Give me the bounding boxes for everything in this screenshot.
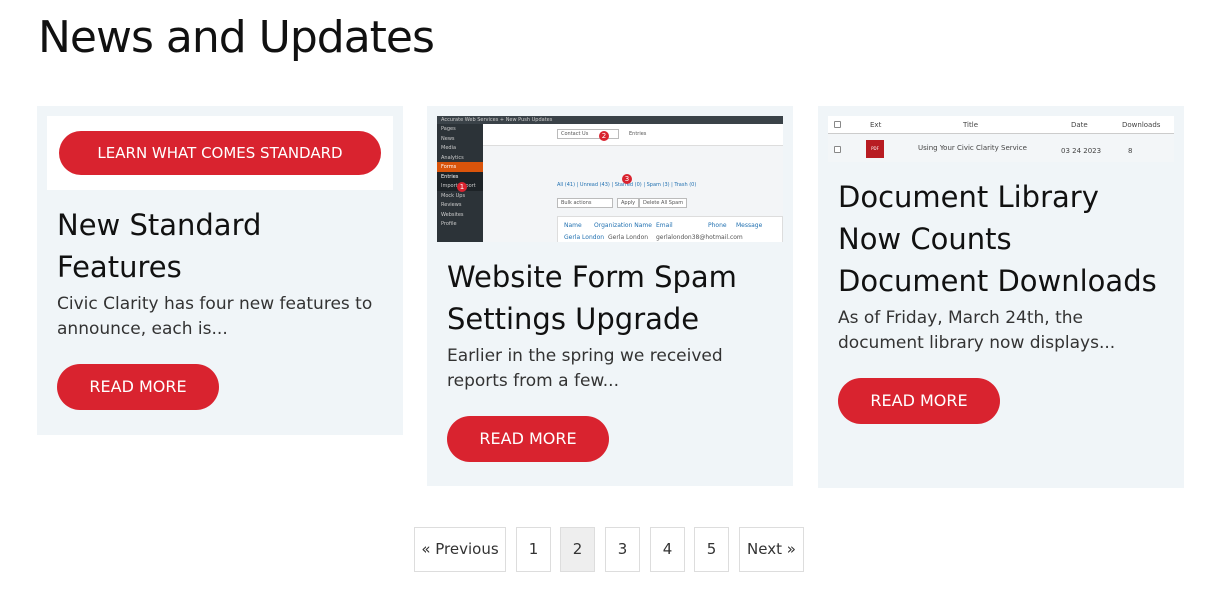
- read-more-button[interactable]: READ MORE: [447, 416, 609, 462]
- sb: Websites: [441, 211, 464, 218]
- page-3-button[interactable]: 3: [605, 527, 640, 572]
- page-5-button[interactable]: 5: [694, 527, 729, 572]
- sb: Entries: [437, 171, 483, 181]
- sb: Forms: [437, 162, 483, 172]
- news-card: LEARN WHAT COMES STANDARD New Standard F…: [37, 106, 403, 435]
- ss-apply: Apply: [617, 198, 640, 208]
- page-1-button[interactable]: 1: [516, 527, 551, 572]
- ss-bulk: Bulk actions: [557, 198, 613, 208]
- card-title[interactable]: Website Form Spam Settings Upgrade: [437, 256, 783, 340]
- sb: Pages: [441, 126, 456, 132]
- ss-col: Email: [656, 222, 673, 229]
- page-4-button[interactable]: 4: [650, 527, 685, 572]
- card-title[interactable]: New Standard Features: [47, 204, 393, 288]
- read-more-button[interactable]: READ MORE: [838, 378, 1000, 424]
- ss-col-message: Message: [736, 222, 763, 229]
- card-image[interactable]: Accurate Web Services + New Push Updates…: [437, 116, 783, 242]
- doc-cell: 03 24 2023: [1061, 147, 1102, 155]
- sb: News: [441, 135, 455, 142]
- ss-col: Phone: [708, 222, 727, 229]
- next-page-button[interactable]: Next »: [739, 527, 804, 572]
- ss-table: Name Organization Name Email Phone Messa…: [557, 216, 783, 242]
- card-image[interactable]: Ext Title Date Downloads PDF Using Your …: [828, 116, 1174, 162]
- ss-col: Organization Name: [594, 222, 652, 229]
- sb: Media: [441, 145, 457, 151]
- learn-standard-banner: LEARN WHAT COMES STANDARD: [59, 131, 381, 175]
- ss-tab: Entries: [629, 131, 647, 137]
- card-excerpt: As of Friday, March 24th, the document l…: [838, 308, 1116, 353]
- doc-cell: Using Your Civic Clarity Service: [918, 144, 1027, 152]
- sb: Analytics: [441, 154, 464, 161]
- marker-2: 2: [599, 131, 609, 141]
- sb: Reviews: [441, 202, 462, 208]
- marker-3: 3: [622, 174, 632, 184]
- ss-col: Name: [564, 222, 582, 229]
- previous-page-button[interactable]: « Previous: [414, 527, 506, 572]
- news-card: Ext Title Date Downloads PDF Using Your …: [818, 106, 1184, 488]
- doc-col: Ext: [870, 121, 882, 129]
- card-image[interactable]: LEARN WHAT COMES STANDARD: [47, 116, 393, 190]
- ss-cell: gerlalondon38@hotmail.com: [656, 234, 743, 241]
- screenshot-main: Contact Us Entries All (41) | Unread (43…: [483, 124, 783, 242]
- doc-col: Downloads: [1122, 121, 1161, 129]
- doc-col: Title: [963, 121, 979, 129]
- sb: Mock Ups: [441, 192, 466, 199]
- marker-1: 1: [457, 182, 467, 192]
- sb: Profile: [441, 221, 457, 227]
- screenshot-topbar: Accurate Web Services + New Push Updates: [437, 116, 783, 124]
- page-2-current[interactable]: 2: [560, 527, 595, 572]
- news-card: Accurate Web Services + New Push Updates…: [427, 106, 793, 486]
- ss-cell: Gerla London: [608, 234, 649, 241]
- doc-col: Date: [1071, 121, 1088, 129]
- card-excerpt: Earlier in the spring we received report…: [447, 346, 723, 391]
- card-title[interactable]: Document Library Now Counts Document Dow…: [828, 176, 1174, 302]
- page-title: News and Updates: [38, 12, 435, 63]
- ss-cell: Gerla London: [564, 234, 605, 241]
- pdf-icon: PDF: [866, 140, 884, 158]
- read-more-button[interactable]: READ MORE: [57, 364, 219, 410]
- ss-delete: Delete All Spam: [639, 198, 688, 208]
- doc-cell: 8: [1128, 147, 1133, 155]
- card-excerpt: Civic Clarity has four new features to a…: [57, 294, 373, 339]
- ss-select: Contact Us: [557, 129, 619, 139]
